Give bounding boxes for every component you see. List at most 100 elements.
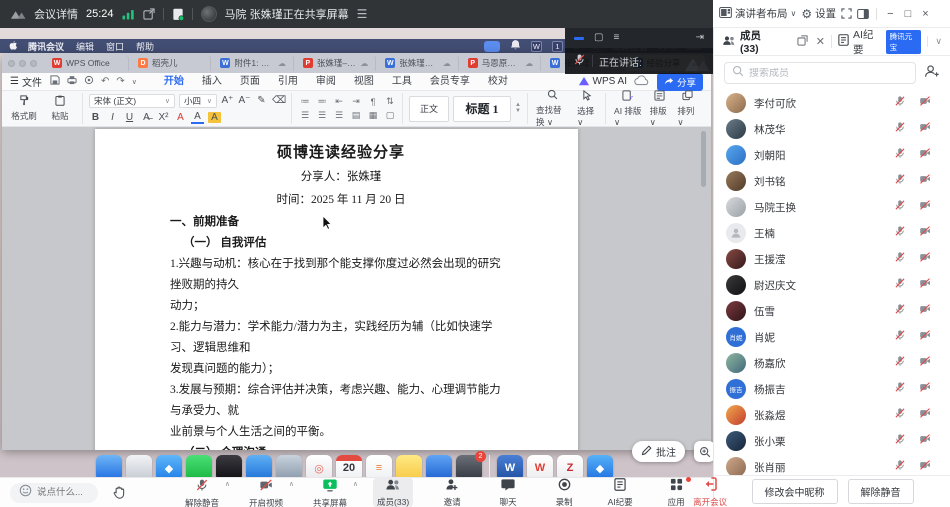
chevron-up-icon[interactable]: ∧ (353, 480, 358, 488)
file-menu-button[interactable]: ☰ 文件 (10, 74, 42, 89)
border-icon[interactable]: ▢ (383, 110, 396, 121)
ribbon-tab-2[interactable]: 页面 (231, 73, 269, 90)
dock-launchpad-icon[interactable] (126, 455, 152, 477)
highlight-button[interactable]: A (208, 112, 221, 123)
menubar-item-3[interactable]: 帮助 (136, 40, 154, 53)
camera-off-icon[interactable] (919, 172, 931, 190)
control-cam-muted-button[interactable]: 开启视频∧ (245, 477, 287, 507)
italic-button[interactable]: I (106, 112, 119, 123)
style-body[interactable]: 正文 (409, 96, 449, 122)
dock-calendar-icon[interactable]: 20 (336, 455, 362, 477)
member-row[interactable]: 张小栗 (714, 428, 950, 454)
camera-off-icon[interactable] (919, 302, 931, 320)
apple-menu-icon[interactable] (8, 40, 18, 53)
mic-muted-icon[interactable] (894, 120, 906, 138)
undo-icon[interactable]: ↶ (101, 76, 109, 87)
member-row[interactable]: 王援滢 (714, 246, 950, 272)
mic-muted-icon[interactable] (894, 172, 906, 190)
ribbon-tab-5[interactable]: 视图 (345, 73, 383, 90)
strikethrough-button[interactable]: A̶ (140, 112, 153, 123)
mic-muted-icon[interactable] (894, 458, 906, 475)
ribbon-tab-1[interactable]: 插入 (193, 73, 231, 90)
member-row[interactable]: 王楠 (714, 220, 950, 246)
close-panel-icon[interactable]: ✕ (816, 35, 825, 48)
leave-meeting-button[interactable]: 离开会议 (693, 477, 727, 507)
vertical-scrollbar[interactable] (701, 131, 706, 187)
share-document-button[interactable]: 分享 (657, 73, 703, 91)
wps-ai-button[interactable]: WPS AI (578, 76, 627, 87)
wps-window-tab-3[interactable]: P张姝瑾–6101☁ (296, 55, 376, 71)
mic-muted-icon[interactable] (894, 276, 906, 294)
arrange-button[interactable]: 排列 ∨ (675, 90, 699, 128)
camera-off-icon[interactable] (919, 146, 931, 164)
print-icon[interactable] (67, 75, 77, 88)
dock-notes-icon[interactable] (396, 455, 422, 477)
meeting-detail-link[interactable]: 会议详情 (34, 6, 78, 22)
control-record-button[interactable]: 录制 (547, 477, 581, 507)
find-replace-button[interactable]: 查找替换 ∨ (534, 89, 571, 128)
minimize-button[interactable]: − (884, 8, 896, 20)
dock-safari-icon[interactable]: ◆ (156, 455, 182, 477)
dock-app-badged-icon[interactable]: 2 (456, 455, 482, 477)
member-row[interactable]: 伍雪 (714, 298, 950, 324)
document-canvas[interactable]: 硕博连读经验分享分享人：张姝瑾时间：2025 年 11 月 20 日一、前期准备… (2, 127, 711, 450)
add-member-icon[interactable] (924, 64, 940, 83)
ribbon-tab-6[interactable]: 工具 (383, 73, 421, 90)
close-button[interactable]: × (919, 8, 931, 20)
w-menubar-icon[interactable]: W (531, 41, 542, 52)
control-chat-button[interactable]: 聊天 (491, 477, 525, 507)
panel-list-icon[interactable]: ≡ (613, 33, 619, 43)
dock-xcode-icon[interactable] (426, 455, 452, 477)
wps-window-tab-0[interactable]: WWPS Office (45, 55, 129, 71)
input-source-icon[interactable] (484, 41, 500, 52)
superscript-button[interactable]: X² (157, 112, 170, 123)
line-spacing-icon[interactable]: ⇅ (383, 96, 396, 107)
member-row[interactable]: 杨嘉欣 (714, 350, 950, 376)
layout-switch-button[interactable]: 演讲者布局 ∨ (719, 6, 796, 21)
select-button[interactable]: 选择 ∨ (575, 90, 599, 128)
message-count-badge[interactable]: 1 (552, 41, 563, 52)
wps-window-tab-2[interactable]: W附件1: 西北☁ (213, 55, 293, 71)
maximize-button[interactable]: □ (902, 8, 915, 20)
mic-muted-icon[interactable] (894, 380, 906, 398)
quick-message-input[interactable] (37, 487, 97, 498)
camera-off-icon[interactable] (919, 328, 931, 346)
camera-off-icon[interactable] (919, 432, 931, 450)
panel-collapse-caret[interactable]: ∨ (927, 36, 942, 47)
format-painter-button[interactable]: 格式刷 (8, 95, 40, 122)
popout-icon[interactable] (797, 35, 808, 49)
raise-hand-button[interactable] (112, 485, 127, 500)
sharing-menu-icon[interactable]: ☰ (357, 7, 368, 21)
control-ai-notes-button[interactable]: AI纪要 (603, 477, 637, 507)
camera-off-icon[interactable] (919, 250, 931, 268)
mic-muted-icon[interactable] (894, 224, 906, 242)
align-left-icon[interactable]: ☰ (298, 110, 311, 121)
ribbon-tab-4[interactable]: 审阅 (307, 73, 345, 90)
menubar-item-0[interactable]: 腾讯会议 (28, 40, 64, 53)
menubar-item-2[interactable]: 窗口 (106, 40, 124, 53)
chevron-up-icon[interactable]: ∧ (289, 480, 294, 488)
member-row[interactable]: 林茂华 (714, 116, 950, 142)
paste-button[interactable]: 粘贴 (44, 95, 76, 122)
decrease-font-icon[interactable]: A⁻ (238, 95, 251, 106)
member-row[interactable]: 马院王换 (714, 194, 950, 220)
bullet-list-icon[interactable]: ≔ (298, 96, 311, 107)
mic-muted-icon[interactable] (894, 198, 906, 216)
member-search-input[interactable] (749, 68, 908, 79)
unmute-all-button[interactable]: 解除静音 (848, 479, 914, 504)
number-list-icon[interactable]: ≕ (315, 96, 328, 107)
ribbon-tab-0[interactable]: 开始 (155, 73, 193, 90)
external-window-icon[interactable] (143, 8, 155, 20)
indent-icon[interactable]: ⇥ (349, 96, 362, 107)
wps-window-tab-1[interactable]: D稻壳儿 (131, 55, 211, 71)
camera-off-icon[interactable] (919, 406, 931, 424)
tab-members[interactable]: 成员(33) (722, 28, 777, 55)
outdent-icon[interactable]: ⇤ (332, 96, 345, 107)
camera-off-icon[interactable] (919, 276, 931, 294)
redo-icon[interactable]: ↷ (116, 76, 124, 87)
control-members-button[interactable]: 成员(33) (373, 477, 413, 507)
member-row[interactable]: 张肖丽 (714, 454, 950, 475)
mic-muted-icon[interactable] (894, 250, 906, 268)
mic-muted-icon[interactable] (894, 406, 906, 424)
member-row[interactable]: 刘书铭 (714, 168, 950, 194)
